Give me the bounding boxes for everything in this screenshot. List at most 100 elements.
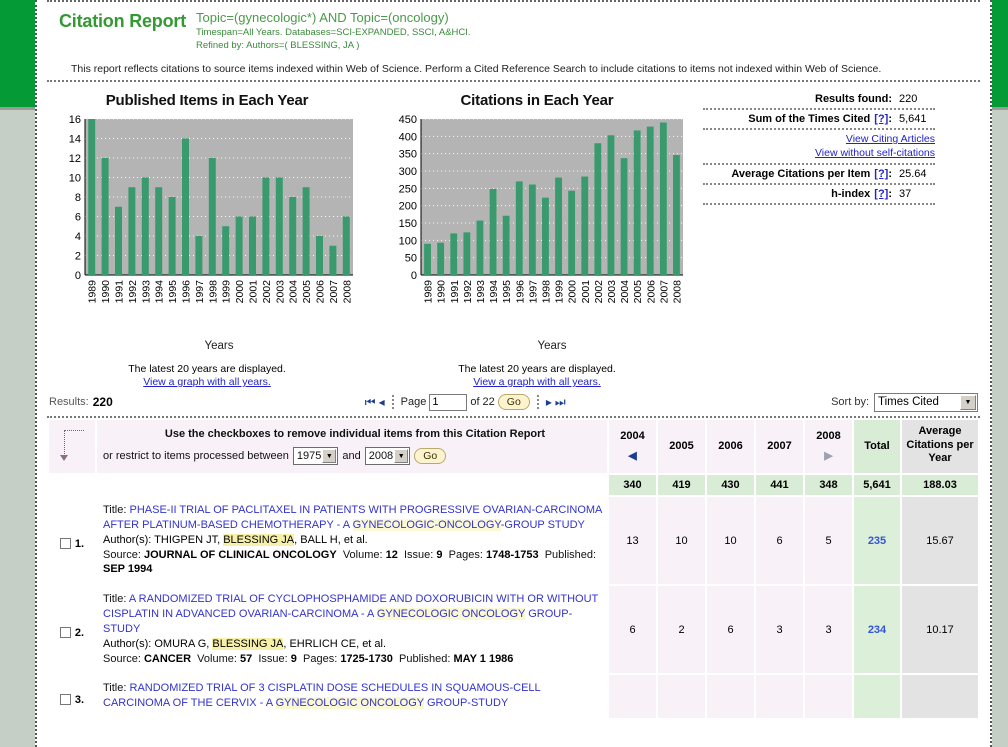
year-count-cell: 3	[756, 586, 803, 674]
svg-text:2003: 2003	[274, 280, 286, 304]
h-index-row: h-index [?] : 37	[703, 185, 935, 206]
header-checkbox-cell	[49, 420, 95, 473]
svg-text:2002: 2002	[593, 280, 605, 304]
sum-times-cited-help-icon[interactable]: [?]	[874, 113, 888, 125]
svg-text:1989: 1989	[87, 280, 99, 304]
published-value: SEP 1994	[103, 563, 153, 576]
to-year-select[interactable]: 2008 ▼	[364, 447, 411, 465]
citations-chart-column: Citations in Each Year 0 50 100 150 200 250 30…	[377, 86, 697, 388]
svg-text:1994: 1994	[154, 280, 166, 304]
results-found-value: 220	[899, 93, 918, 105]
totals-average: 188.03	[902, 475, 978, 495]
results-found-row: Results found: 220	[703, 90, 935, 110]
record-title-link[interactable]: RANDOMIZED TRIAL OF 3 CISPLATIN DOSE SCH…	[103, 682, 540, 710]
svg-text:1990: 1990	[436, 280, 448, 304]
totals-spacer-checkbox	[49, 475, 95, 495]
year-count-cell: 3	[805, 586, 852, 674]
next-years-arrow-icon[interactable]: ▶	[805, 449, 852, 462]
svg-text:1993: 1993	[475, 280, 487, 304]
svg-text:2008: 2008	[671, 280, 683, 304]
svg-text:350: 350	[399, 149, 417, 161]
year-column-header-2005: 2005	[658, 420, 705, 473]
svg-text:2002: 2002	[261, 280, 273, 304]
text-fragment: GROUP-STUDY	[423, 697, 509, 710]
query-summary: Topic=(gynecologic*) AND Topic=(oncology…	[196, 10, 471, 52]
chevron-down-icon: ▼	[394, 449, 409, 463]
title-label: Title:	[103, 504, 130, 516]
source-label: Source:	[103, 652, 144, 665]
table-header-row: Use the checkboxes to remove individual …	[49, 420, 978, 473]
last-page-icon[interactable]: ⏭	[555, 396, 566, 408]
svg-text:50: 50	[405, 253, 417, 265]
citations-all-years-link[interactable]: View a graph with all years.	[377, 376, 697, 388]
previous-page-icon[interactable]: ◂	[379, 396, 385, 408]
pages-label: Pages:	[303, 652, 341, 665]
results-toolbar: Results: 220 ⏮ ◂ Page of 22 Go ▸ ⏭ Sort …	[47, 388, 980, 418]
row-checkbox[interactable]	[59, 627, 71, 639]
record-title-line: Title: PHASE-II TRIAL OF PACLITAXEL IN P…	[103, 503, 603, 533]
published-items-chart-title: Published Items in Each Year	[105, 92, 309, 109]
svg-text:1991: 1991	[449, 280, 461, 304]
year-restrict-go-button[interactable]: Go	[414, 447, 447, 465]
next-page-icon[interactable]: ▸	[546, 396, 552, 408]
from-year-select[interactable]: 1975 ▼	[292, 447, 339, 465]
statistics-links: View Citing Articles View without self-c…	[703, 130, 935, 166]
pages-value: 1748-1753	[485, 548, 539, 561]
year-column-header-2007: 2007	[756, 420, 803, 473]
row-total-cell[interactable]: 234	[854, 586, 900, 674]
year-count-cell: 10	[658, 497, 705, 585]
checkbox-instruction-line1: Use the checkboxes to remove individual …	[164, 428, 546, 440]
statistics-panel: Results found: 220 Sum of the Times Cite…	[697, 86, 945, 388]
record-title-link[interactable]: A RANDOMIZED TRIAL OF CYCLOPHOSPHAMIDE A…	[103, 593, 598, 635]
text-fragment: THIGPEN JT,	[154, 533, 224, 546]
svg-text:250: 250	[399, 183, 417, 195]
sort-by-select[interactable]: Times Cited ▼	[874, 392, 978, 412]
totals-2006: 430	[707, 475, 754, 495]
svg-text:2004: 2004	[619, 280, 631, 304]
published-items-chart-footer: The latest 20 years are displayed. View …	[37, 363, 377, 388]
svg-text:2007: 2007	[658, 280, 670, 304]
h-index-value: 37	[899, 188, 912, 201]
year-column-header-2008: 2008 ▶	[805, 420, 852, 473]
svg-text:2006: 2006	[645, 280, 657, 304]
page-input[interactable]	[429, 393, 468, 411]
sum-times-cited-value: 5,641	[899, 113, 927, 125]
citation-table-area: Use the checkboxes to remove individual …	[47, 418, 980, 720]
svg-text:2005: 2005	[301, 280, 313, 304]
h-index-help-icon[interactable]: [?]	[874, 188, 888, 200]
right-gutter	[992, 107, 1008, 747]
query-string: Topic=(gynecologic*) AND Topic=(oncology…	[196, 10, 449, 25]
volume-value: 57	[239, 652, 253, 665]
previous-years-arrow-icon[interactable]: ◀	[609, 449, 656, 462]
citation-table: Use the checkboxes to remove individual …	[47, 418, 980, 720]
page-go-button[interactable]: Go	[497, 393, 530, 411]
row-checkbox[interactable]	[59, 538, 71, 550]
svg-text:300: 300	[399, 166, 417, 178]
sum-times-cited-label: Sum of the Times Cited	[748, 113, 871, 125]
year-count-cell: 6	[756, 497, 803, 585]
view-without-self-citations-link[interactable]: View without self-citations	[703, 146, 935, 160]
published-items-chart-wrap: 0 2 4 6 8 10 12 14 16 1989 1990 1991 1992 1993 1994 199…	[37, 113, 377, 353]
year-label: 2007	[767, 439, 792, 452]
row-total-cell[interactable]: 235	[854, 497, 900, 585]
year-label: 2008	[816, 429, 841, 442]
title-label: Title:	[103, 682, 130, 695]
svg-text:1996: 1996	[514, 280, 526, 304]
row-select-cell: 1.	[49, 497, 95, 585]
pager-divider	[391, 395, 394, 409]
published-items-all-years-link[interactable]: View a graph with all years.	[37, 376, 377, 388]
view-citing-articles-link[interactable]: View Citing Articles	[703, 132, 935, 146]
text-fragment: OMURA G,	[154, 637, 213, 650]
svg-text:10: 10	[69, 173, 81, 185]
svg-text:2003: 2003	[606, 280, 618, 304]
citations-chart-wrap: 0 50 100 150 200 250 300 350 400 450 1989 1990 1991 1…	[377, 113, 697, 353]
first-page-icon[interactable]: ⏮	[365, 396, 376, 408]
row-checkbox[interactable]	[59, 694, 71, 706]
row-number: 3.	[74, 693, 85, 706]
average-citations-help-icon[interactable]: [?]	[874, 168, 888, 180]
record-cell: Title: PHASE-II TRIAL OF PACLITAXEL IN P…	[97, 497, 607, 585]
record-title-link[interactable]: PHASE-II TRIAL OF PACLITAXEL IN PATIENTS…	[103, 504, 602, 531]
svg-text:2: 2	[75, 251, 81, 263]
report-header-box: Citation Report Topic=(gynecologic*) AND…	[47, 0, 980, 52]
svg-text:1992: 1992	[127, 280, 139, 304]
